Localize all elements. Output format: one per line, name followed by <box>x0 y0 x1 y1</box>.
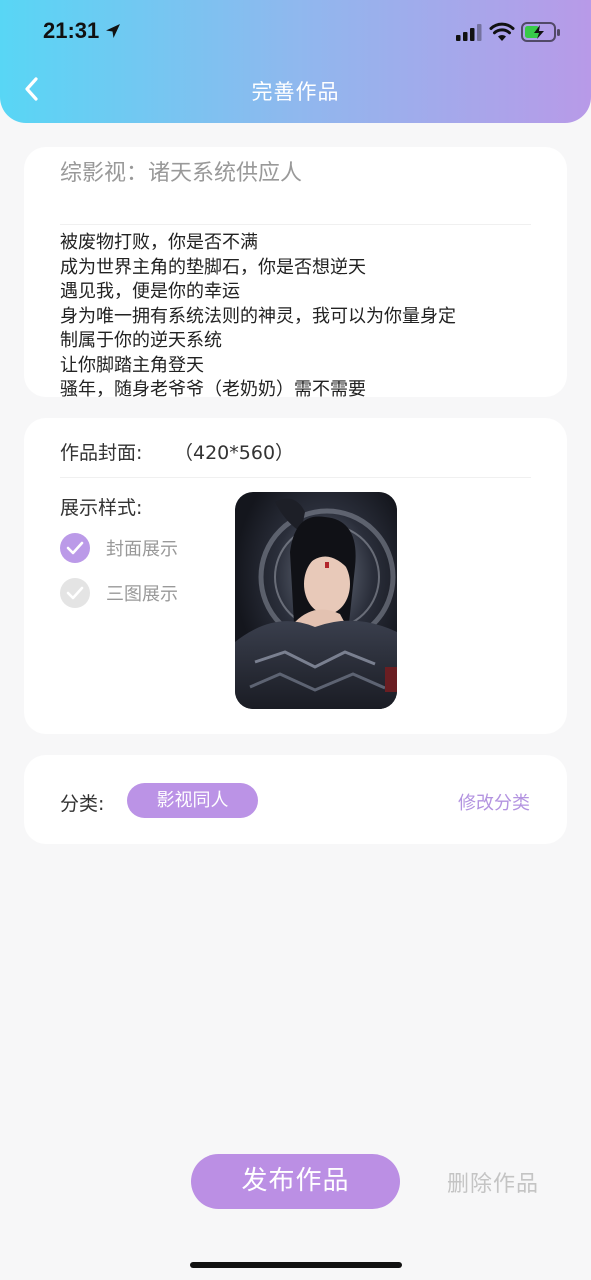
delete-button[interactable]: 删除作品 <box>447 1166 539 1198</box>
header-bar: 21:31 完善作品 <box>0 0 591 123</box>
work-title-field[interactable]: 综影视：诸天系统供应人 <box>60 155 302 187</box>
cover-card: 作品封面: （420*560） 展示样式: 封面展示 三图展示 <box>24 418 567 734</box>
divider <box>60 224 531 225</box>
synopsis-line: 制属于你的逆天系统 <box>60 330 222 351</box>
work-info-card: 综影视：诸天系统供应人 被废物打败，你是否不满 成为世界主角的垫脚石，你是否想逆… <box>24 147 567 397</box>
location-arrow-icon <box>106 24 120 38</box>
synopsis-line: 身为唯一拥有系统法则的神灵，我可以为你量身定 <box>60 305 456 327</box>
category-label: 分类: <box>60 793 105 815</box>
style-option-label: 封面展示 <box>106 539 178 560</box>
cover-image[interactable] <box>235 492 397 709</box>
synopsis-line: 被废物打败，你是否不满 <box>60 232 258 253</box>
divider <box>60 477 531 478</box>
style-option-cover[interactable]: 封面展示 <box>60 533 178 563</box>
cellular-signal-icon <box>456 24 482 41</box>
synopsis-line: 让你脚踏主角登天 <box>60 354 204 376</box>
publish-button[interactable]: 发布作品 <box>191 1154 400 1209</box>
checkmark-icon <box>60 578 90 608</box>
synopsis-line: 骚年，随身老爷爷（老奶奶）需不需要 <box>60 379 366 397</box>
synopsis-textarea[interactable]: 被废物打败，你是否不满 成为世界主角的垫脚石，你是否想逆天 遇见我，便是你的幸运… <box>60 231 540 397</box>
style-option-label: 三图展示 <box>106 584 178 605</box>
category-tag: 影视同人 <box>127 783 258 818</box>
synopsis-line: 成为世界主角的垫脚石，你是否想逆天 <box>60 256 366 278</box>
style-option-three-images[interactable]: 三图展示 <box>60 578 178 608</box>
synopsis-line: 遇见我，便是你的幸运 <box>60 281 240 302</box>
category-card: 分类: 影视同人 修改分类 <box>24 755 567 844</box>
checkmark-icon <box>60 533 90 563</box>
cover-size-hint: （420*560） <box>174 442 295 464</box>
edit-category-link[interactable]: 修改分类 <box>458 789 530 815</box>
battery-charging-icon <box>521 22 560 42</box>
wifi-icon <box>489 22 515 41</box>
status-time: 21:31 <box>43 18 100 43</box>
page-title: 完善作品 <box>251 80 340 104</box>
cover-label: 作品封面: <box>60 442 143 464</box>
home-indicator <box>190 1262 402 1268</box>
display-style-label: 展示样式: <box>60 497 143 519</box>
